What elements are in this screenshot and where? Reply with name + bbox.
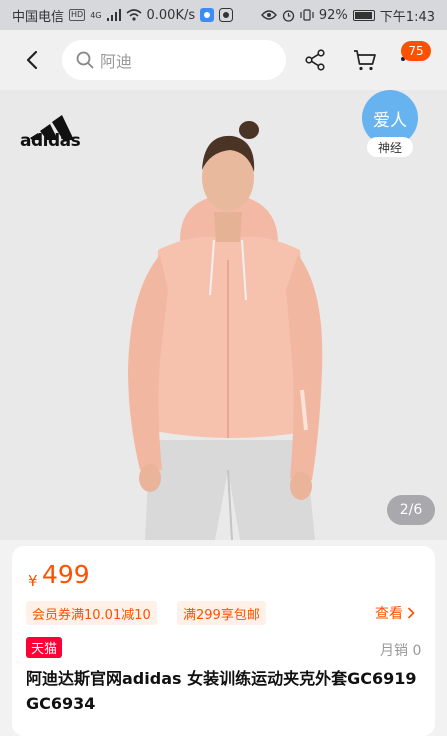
status-bar: 中国电信 HD 4G 0.00K/s 92% 下午1:43 <box>0 0 447 30</box>
hd-icon: HD <box>69 9 86 21</box>
notification-app-icon <box>200 8 215 22</box>
search-input[interactable]: 阿迪 <box>62 40 286 80</box>
member-coupon-tag[interactable]: 会员券满10.01减10 <box>26 601 157 625</box>
alarm-icon <box>282 9 295 22</box>
adidas-logo-text: adidas <box>20 131 81 151</box>
network-speed: 0.00K/s <box>146 7 196 23</box>
cart-icon <box>354 50 376 71</box>
product-photo <box>128 121 323 540</box>
tmall-badge: 天猫 <box>26 637 63 658</box>
price-currency: ¥ <box>28 572 38 590</box>
signal-icon <box>106 9 121 21</box>
wifi-icon <box>125 9 142 21</box>
vibrate-icon <box>300 9 314 21</box>
product-image-carousel[interactable]: adidas 爱人 神经 2/6 <box>0 90 447 540</box>
view-coupons-label: 查看 <box>375 606 403 622</box>
share-icon <box>305 49 325 71</box>
brand-tag-label: 神经 <box>367 137 413 157</box>
chevron-left-icon <box>26 50 38 70</box>
carrier-label: 中国电信 <box>12 9 65 25</box>
free-shipping-tag[interactable]: 满299享包邮 <box>177 601 266 625</box>
view-coupons-button[interactable]: 查看 <box>375 603 415 623</box>
product-info-card: ¥ 499 会员券满10.01减10 满299享包邮 查看 天猫 月销 0 阿迪… <box>12 546 435 736</box>
battery-percent: 92% <box>318 7 348 23</box>
monthly-sales: 月销 0 <box>380 643 422 659</box>
search-icon <box>76 51 94 69</box>
price-value: 499 <box>42 560 90 589</box>
search-placeholder: 阿迪 <box>100 52 133 71</box>
eye-icon <box>260 10 277 20</box>
battery-icon <box>352 9 375 21</box>
chevron-right-icon <box>407 607 415 619</box>
image-page-indicator: 2/6 <box>387 495 435 525</box>
back-button[interactable] <box>20 48 44 72</box>
cart-button[interactable] <box>353 48 377 72</box>
notification-app2-icon <box>219 8 234 22</box>
share-button[interactable] <box>303 48 327 72</box>
clock: 下午1:43 <box>379 9 435 25</box>
top-navigation: 阿迪 75 <box>0 30 447 90</box>
cart-count-badge: 75 <box>401 41 431 61</box>
network-label: 4G <box>90 10 102 20</box>
product-title: 阿迪达斯官网adidas 女装训练运动夹克外套GC6919 GC6934 <box>26 669 417 713</box>
